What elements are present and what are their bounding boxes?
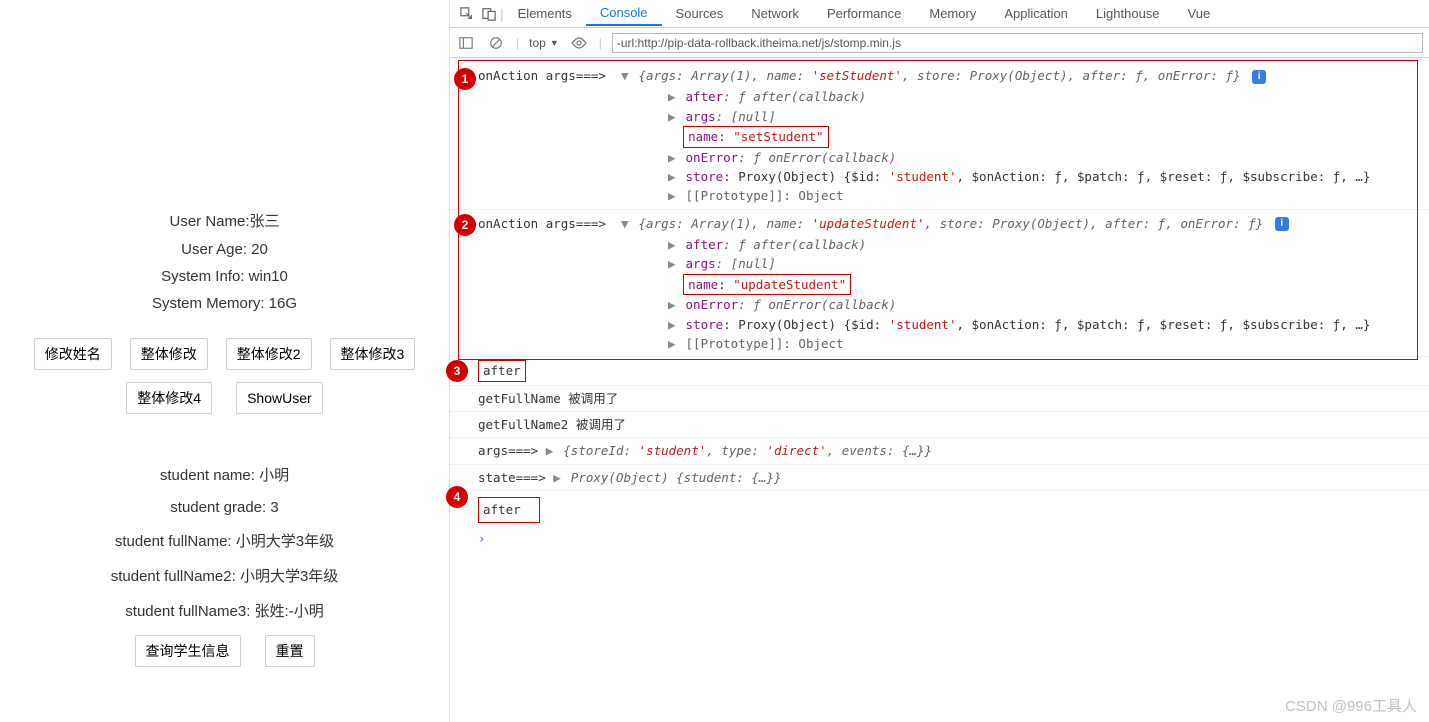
log-property[interactable]: ▶ onError: ƒ onError(callback) bbox=[450, 148, 1429, 167]
system-info-text: System Info: win10 bbox=[0, 268, 449, 285]
tab-memory[interactable]: Memory bbox=[915, 2, 990, 25]
user-age-text: User Age: 20 bbox=[0, 241, 449, 258]
console-log-row[interactable]: after bbox=[450, 357, 1429, 385]
modify-all-4-button[interactable]: 整体修改4 bbox=[126, 382, 212, 414]
button-row-2: 整体修改4 ShowUser bbox=[0, 382, 449, 414]
annotation-badge-3: 3 bbox=[446, 360, 468, 382]
chevron-down-icon: ▼ bbox=[550, 38, 559, 48]
log-property[interactable]: ▶ onError: ƒ onError(callback) bbox=[450, 295, 1429, 314]
annotation-badge-2: 2 bbox=[454, 214, 476, 236]
eye-icon[interactable] bbox=[569, 33, 589, 53]
log-property[interactable]: ▶ args: [null] bbox=[450, 107, 1429, 126]
info-icon[interactable]: i bbox=[1275, 217, 1289, 231]
console-log-row[interactable]: getFullName 被调用了 bbox=[450, 386, 1429, 412]
log-property[interactable]: ▶ args: [null] bbox=[450, 254, 1429, 273]
log-property[interactable]: ▶ after: ƒ after(callback) bbox=[450, 235, 1429, 254]
student-grade-text: student grade: 3 bbox=[0, 499, 449, 516]
devtools-panel: | Elements Console Sources Network Perfo… bbox=[449, 0, 1429, 722]
student-fullname3-text: student fullName3: 张姓:-小明 bbox=[0, 600, 449, 621]
student-fullname2-text: student fullName2: 小明大学3年级 bbox=[0, 565, 449, 586]
tab-vue[interactable]: Vue bbox=[1174, 2, 1225, 25]
context-selector[interactable]: top ▼ bbox=[529, 36, 559, 50]
user-name-text: User Name:张三 bbox=[0, 210, 449, 231]
log-property[interactable]: ▶ after: ƒ after(callback) bbox=[450, 87, 1429, 106]
tab-console[interactable]: Console bbox=[586, 1, 662, 26]
app-panel: User Name:张三 User Age: 20 System Info: w… bbox=[0, 0, 449, 722]
console-log-row[interactable]: state===> ▶ Proxy(Object) {student: {…}} bbox=[450, 465, 1429, 491]
tab-lighthouse[interactable]: Lighthouse bbox=[1082, 2, 1174, 25]
student-fullname-text: student fullName: 小明大学3年级 bbox=[0, 530, 449, 551]
tab-application[interactable]: Application bbox=[990, 2, 1082, 25]
log-property[interactable]: ▶ store: Proxy(Object) {$id: 'student', … bbox=[450, 315, 1429, 334]
console-toolbar: | top ▼ | bbox=[450, 28, 1429, 58]
tab-network[interactable]: Network bbox=[737, 2, 813, 25]
student-section: student name: 小明 student grade: 3 studen… bbox=[0, 464, 449, 667]
log-prototype[interactable]: ▶ [[Prototype]]: Object bbox=[450, 334, 1429, 357]
system-memory-text: System Memory: 16G bbox=[0, 295, 449, 312]
console-log-row[interactable]: getFullName2 被调用了 bbox=[450, 412, 1429, 438]
modify-all-2-button[interactable]: 整体修改2 bbox=[226, 338, 312, 370]
console-log-row[interactable]: onAction args===> ▼ {args: Array(1), nam… bbox=[450, 64, 1429, 87]
expand-toggle-icon[interactable]: ▼ bbox=[621, 66, 631, 85]
console-body: 1 2 onAction args===> ▼ {args: Array(1),… bbox=[450, 58, 1429, 557]
context-label: top bbox=[529, 36, 546, 50]
log-property-name[interactable]: name: "updateStudent" bbox=[450, 274, 1429, 295]
watermark-text: CSDN @996工具人 bbox=[1285, 695, 1417, 716]
console-log-row[interactable]: onAction args===> ▼ {args: Array(1), nam… bbox=[450, 212, 1429, 235]
modify-all-button[interactable]: 整体修改 bbox=[130, 338, 208, 370]
log-property-name[interactable]: name: "setStudent" bbox=[450, 126, 1429, 147]
clear-console-icon[interactable] bbox=[486, 33, 506, 53]
student-name-text: student name: 小明 bbox=[0, 464, 449, 485]
log-prototype[interactable]: ▶ [[Prototype]]: Object bbox=[450, 186, 1429, 209]
button-row-1: 修改姓名 整体修改 整体修改2 整体修改3 bbox=[0, 338, 449, 370]
modify-all-3-button[interactable]: 整体修改3 bbox=[330, 338, 416, 370]
tab-performance[interactable]: Performance bbox=[813, 2, 915, 25]
console-log-row[interactable]: args===> ▶ {storeId: 'student', type: 'd… bbox=[450, 438, 1429, 464]
sidebar-toggle-icon[interactable] bbox=[456, 33, 476, 53]
tab-sources[interactable]: Sources bbox=[662, 2, 738, 25]
devtools-tab-bar: | Elements Console Sources Network Perfo… bbox=[450, 0, 1429, 28]
button-row-3: 查询学生信息 重置 bbox=[0, 635, 449, 667]
log-prefix: onAction args===> bbox=[478, 68, 606, 83]
annotation-badge-1: 1 bbox=[454, 68, 476, 90]
tab-elements[interactable]: Elements bbox=[504, 2, 586, 25]
query-student-button[interactable]: 查询学生信息 bbox=[135, 635, 241, 667]
filter-input[interactable] bbox=[612, 33, 1423, 53]
log-prefix: onAction args===> bbox=[478, 216, 606, 231]
console-log-row[interactable]: after bbox=[450, 491, 1429, 525]
inspect-icon[interactable] bbox=[456, 3, 478, 25]
info-icon[interactable]: i bbox=[1252, 70, 1266, 84]
modify-name-button[interactable]: 修改姓名 bbox=[34, 338, 112, 370]
annotation-badge-4: 4 bbox=[446, 486, 468, 508]
show-user-button[interactable]: ShowUser bbox=[236, 382, 323, 414]
expand-toggle-icon[interactable]: ▼ bbox=[621, 214, 631, 233]
device-toggle-icon[interactable] bbox=[478, 3, 500, 25]
console-prompt[interactable]: › bbox=[450, 526, 1429, 551]
reset-button[interactable]: 重置 bbox=[265, 635, 315, 667]
log-property[interactable]: ▶ store: Proxy(Object) {$id: 'student', … bbox=[450, 167, 1429, 186]
